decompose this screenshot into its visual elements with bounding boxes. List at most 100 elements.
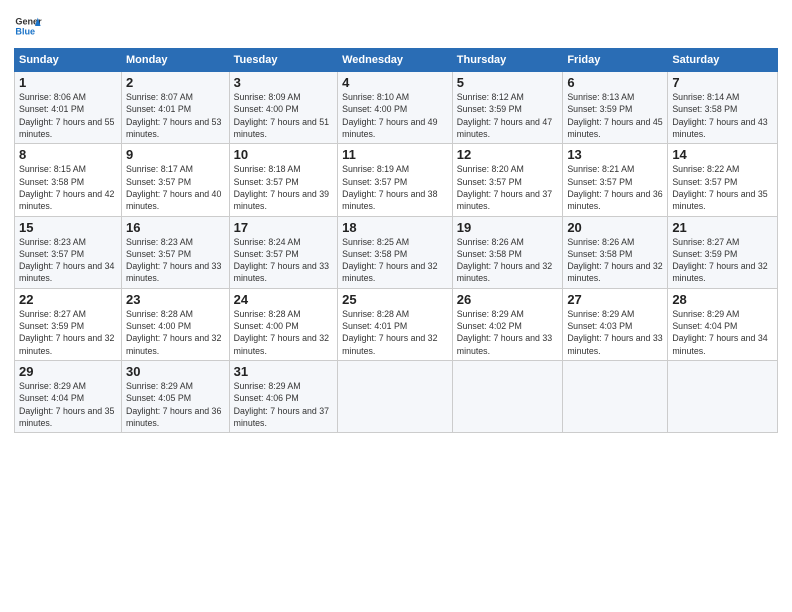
calendar-cell: 18Sunrise: 8:25 AMSunset: 3:58 PMDayligh… bbox=[338, 216, 453, 288]
calendar-cell: 19Sunrise: 8:26 AMSunset: 3:58 PMDayligh… bbox=[452, 216, 563, 288]
calendar-cell: 31Sunrise: 8:29 AMSunset: 4:06 PMDayligh… bbox=[229, 361, 337, 433]
calendar-cell: 11Sunrise: 8:19 AMSunset: 3:57 PMDayligh… bbox=[338, 144, 453, 216]
day-info: Sunrise: 8:09 AMSunset: 4:00 PMDaylight:… bbox=[234, 91, 333, 140]
calendar-cell: 25Sunrise: 8:28 AMSunset: 4:01 PMDayligh… bbox=[338, 288, 453, 360]
day-number: 16 bbox=[126, 220, 225, 235]
day-number: 18 bbox=[342, 220, 448, 235]
day-info: Sunrise: 8:27 AMSunset: 3:59 PMDaylight:… bbox=[672, 236, 773, 285]
day-info: Sunrise: 8:29 AMSunset: 4:05 PMDaylight:… bbox=[126, 380, 225, 429]
day-number: 12 bbox=[457, 147, 559, 162]
day-number: 19 bbox=[457, 220, 559, 235]
calendar-cell: 21Sunrise: 8:27 AMSunset: 3:59 PMDayligh… bbox=[668, 216, 778, 288]
day-number: 7 bbox=[672, 75, 773, 90]
day-number: 28 bbox=[672, 292, 773, 307]
day-info: Sunrise: 8:13 AMSunset: 3:59 PMDaylight:… bbox=[567, 91, 663, 140]
day-number: 14 bbox=[672, 147, 773, 162]
day-number: 27 bbox=[567, 292, 663, 307]
calendar-table: SundayMondayTuesdayWednesdayThursdayFrid… bbox=[14, 48, 778, 433]
day-info: Sunrise: 8:20 AMSunset: 3:57 PMDaylight:… bbox=[457, 163, 559, 212]
day-number: 4 bbox=[342, 75, 448, 90]
logo: General Blue bbox=[14, 12, 42, 40]
day-info: Sunrise: 8:18 AMSunset: 3:57 PMDaylight:… bbox=[234, 163, 333, 212]
calendar-cell: 23Sunrise: 8:28 AMSunset: 4:00 PMDayligh… bbox=[121, 288, 229, 360]
page: General Blue SundayMondayTuesdayWednesda… bbox=[0, 0, 792, 612]
calendar-cell bbox=[452, 361, 563, 433]
day-number: 22 bbox=[19, 292, 117, 307]
calendar-cell: 5Sunrise: 8:12 AMSunset: 3:59 PMDaylight… bbox=[452, 72, 563, 144]
day-number: 17 bbox=[234, 220, 333, 235]
day-number: 2 bbox=[126, 75, 225, 90]
day-number: 6 bbox=[567, 75, 663, 90]
calendar-cell: 6Sunrise: 8:13 AMSunset: 3:59 PMDaylight… bbox=[563, 72, 668, 144]
day-info: Sunrise: 8:21 AMSunset: 3:57 PMDaylight:… bbox=[567, 163, 663, 212]
svg-text:Blue: Blue bbox=[15, 26, 35, 36]
day-info: Sunrise: 8:17 AMSunset: 3:57 PMDaylight:… bbox=[126, 163, 225, 212]
calendar-cell bbox=[338, 361, 453, 433]
calendar-week-2: 8Sunrise: 8:15 AMSunset: 3:58 PMDaylight… bbox=[15, 144, 778, 216]
day-info: Sunrise: 8:27 AMSunset: 3:59 PMDaylight:… bbox=[19, 308, 117, 357]
weekday-header-sunday: Sunday bbox=[15, 49, 122, 72]
calendar-cell: 1Sunrise: 8:06 AMSunset: 4:01 PMDaylight… bbox=[15, 72, 122, 144]
calendar-cell: 27Sunrise: 8:29 AMSunset: 4:03 PMDayligh… bbox=[563, 288, 668, 360]
day-number: 8 bbox=[19, 147, 117, 162]
calendar-week-1: 1Sunrise: 8:06 AMSunset: 4:01 PMDaylight… bbox=[15, 72, 778, 144]
day-number: 10 bbox=[234, 147, 333, 162]
day-number: 15 bbox=[19, 220, 117, 235]
weekday-header-friday: Friday bbox=[563, 49, 668, 72]
day-info: Sunrise: 8:28 AMSunset: 4:01 PMDaylight:… bbox=[342, 308, 448, 357]
day-info: Sunrise: 8:29 AMSunset: 4:03 PMDaylight:… bbox=[567, 308, 663, 357]
day-info: Sunrise: 8:25 AMSunset: 3:58 PMDaylight:… bbox=[342, 236, 448, 285]
day-number: 1 bbox=[19, 75, 117, 90]
calendar-cell bbox=[668, 361, 778, 433]
day-info: Sunrise: 8:10 AMSunset: 4:00 PMDaylight:… bbox=[342, 91, 448, 140]
day-info: Sunrise: 8:29 AMSunset: 4:04 PMDaylight:… bbox=[672, 308, 773, 357]
day-number: 20 bbox=[567, 220, 663, 235]
day-number: 24 bbox=[234, 292, 333, 307]
day-info: Sunrise: 8:23 AMSunset: 3:57 PMDaylight:… bbox=[126, 236, 225, 285]
calendar-cell bbox=[563, 361, 668, 433]
calendar-cell: 28Sunrise: 8:29 AMSunset: 4:04 PMDayligh… bbox=[668, 288, 778, 360]
day-number: 26 bbox=[457, 292, 559, 307]
day-info: Sunrise: 8:22 AMSunset: 3:57 PMDaylight:… bbox=[672, 163, 773, 212]
day-number: 3 bbox=[234, 75, 333, 90]
day-number: 23 bbox=[126, 292, 225, 307]
day-info: Sunrise: 8:15 AMSunset: 3:58 PMDaylight:… bbox=[19, 163, 117, 212]
day-number: 31 bbox=[234, 364, 333, 379]
day-number: 5 bbox=[457, 75, 559, 90]
calendar-cell: 3Sunrise: 8:09 AMSunset: 4:00 PMDaylight… bbox=[229, 72, 337, 144]
calendar-cell: 17Sunrise: 8:24 AMSunset: 3:57 PMDayligh… bbox=[229, 216, 337, 288]
calendar-week-3: 15Sunrise: 8:23 AMSunset: 3:57 PMDayligh… bbox=[15, 216, 778, 288]
day-info: Sunrise: 8:29 AMSunset: 4:02 PMDaylight:… bbox=[457, 308, 559, 357]
day-info: Sunrise: 8:12 AMSunset: 3:59 PMDaylight:… bbox=[457, 91, 559, 140]
weekday-header-saturday: Saturday bbox=[668, 49, 778, 72]
day-info: Sunrise: 8:26 AMSunset: 3:58 PMDaylight:… bbox=[567, 236, 663, 285]
day-number: 11 bbox=[342, 147, 448, 162]
calendar-cell: 14Sunrise: 8:22 AMSunset: 3:57 PMDayligh… bbox=[668, 144, 778, 216]
day-info: Sunrise: 8:23 AMSunset: 3:57 PMDaylight:… bbox=[19, 236, 117, 285]
calendar-cell: 9Sunrise: 8:17 AMSunset: 3:57 PMDaylight… bbox=[121, 144, 229, 216]
calendar-cell: 29Sunrise: 8:29 AMSunset: 4:04 PMDayligh… bbox=[15, 361, 122, 433]
calendar-week-4: 22Sunrise: 8:27 AMSunset: 3:59 PMDayligh… bbox=[15, 288, 778, 360]
calendar-cell: 15Sunrise: 8:23 AMSunset: 3:57 PMDayligh… bbox=[15, 216, 122, 288]
calendar-cell: 10Sunrise: 8:18 AMSunset: 3:57 PMDayligh… bbox=[229, 144, 337, 216]
calendar-week-5: 29Sunrise: 8:29 AMSunset: 4:04 PMDayligh… bbox=[15, 361, 778, 433]
day-info: Sunrise: 8:26 AMSunset: 3:58 PMDaylight:… bbox=[457, 236, 559, 285]
header: General Blue bbox=[14, 12, 778, 40]
day-number: 25 bbox=[342, 292, 448, 307]
weekday-header-monday: Monday bbox=[121, 49, 229, 72]
day-number: 30 bbox=[126, 364, 225, 379]
weekday-header-tuesday: Tuesday bbox=[229, 49, 337, 72]
day-info: Sunrise: 8:28 AMSunset: 4:00 PMDaylight:… bbox=[234, 308, 333, 357]
day-number: 29 bbox=[19, 364, 117, 379]
calendar-cell: 8Sunrise: 8:15 AMSunset: 3:58 PMDaylight… bbox=[15, 144, 122, 216]
day-info: Sunrise: 8:24 AMSunset: 3:57 PMDaylight:… bbox=[234, 236, 333, 285]
day-info: Sunrise: 8:07 AMSunset: 4:01 PMDaylight:… bbox=[126, 91, 225, 140]
calendar-cell: 4Sunrise: 8:10 AMSunset: 4:00 PMDaylight… bbox=[338, 72, 453, 144]
calendar-cell: 7Sunrise: 8:14 AMSunset: 3:58 PMDaylight… bbox=[668, 72, 778, 144]
calendar-cell: 22Sunrise: 8:27 AMSunset: 3:59 PMDayligh… bbox=[15, 288, 122, 360]
day-number: 21 bbox=[672, 220, 773, 235]
calendar-cell: 2Sunrise: 8:07 AMSunset: 4:01 PMDaylight… bbox=[121, 72, 229, 144]
day-info: Sunrise: 8:14 AMSunset: 3:58 PMDaylight:… bbox=[672, 91, 773, 140]
weekday-header-thursday: Thursday bbox=[452, 49, 563, 72]
day-info: Sunrise: 8:19 AMSunset: 3:57 PMDaylight:… bbox=[342, 163, 448, 212]
